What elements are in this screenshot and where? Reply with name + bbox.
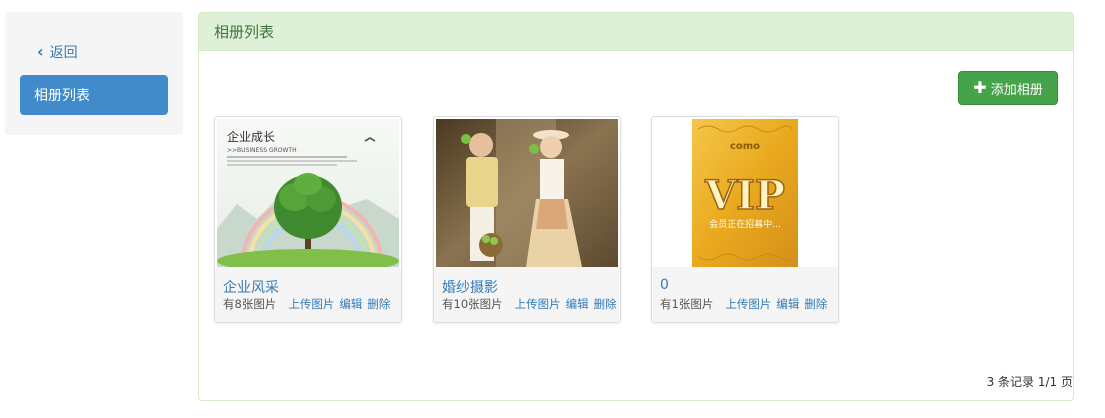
edit-album-link[interactable]: 编辑 — [339, 296, 362, 312]
album-thumbnail-image — [436, 119, 618, 267]
svg-text:VIP: VIP — [704, 172, 785, 219]
album-title[interactable]: 婚纱摄影 — [442, 277, 498, 297]
album-card: como VIP 会员正在招募中... 0 有1张图片 上传图片 编辑 删除 — [651, 116, 839, 323]
sidebar: ‹ 返回 相册列表 — [5, 12, 183, 135]
album-thumbnail-image: 企业成长 >>BUSINESS GROWTH — [217, 119, 399, 267]
svg-text:>>BUSINESS GROWTH: >>BUSINESS GROWTH — [227, 147, 297, 154]
svg-text:会员正在招募中...: 会员正在招募中... — [709, 218, 781, 230]
album-thumbnail-image: como VIP 会员正在招募中... — [654, 119, 836, 267]
album-meta: 有1张图片 上传图片 编辑 删除 — [660, 296, 827, 312]
upload-photos-link[interactable]: 上传图片 — [288, 296, 334, 312]
album-panel: 相册列表 ✚ 添加相册 企业成长 >>BUSINESS GROWTH 企业风采 … — [198, 12, 1074, 401]
album-photo-count: 有8张图片 — [223, 297, 277, 311]
delete-album-link[interactable]: 删除 — [367, 296, 390, 312]
chevron-left-icon: ‹ — [37, 42, 44, 61]
svg-text:企业成长: 企业成长 — [227, 129, 275, 144]
album-title[interactable]: 0 — [660, 277, 669, 293]
delete-album-link[interactable]: 删除 — [804, 296, 827, 312]
album-thumbnail-vip[interactable]: como VIP 会员正在招募中... — [654, 119, 836, 267]
album-card: 婚纱摄影 有10张图片 上传图片 编辑 删除 — [433, 116, 621, 323]
plus-icon: ✚ — [973, 78, 987, 97]
upload-photos-link[interactable]: 上传图片 — [725, 296, 771, 312]
svg-text:como: como — [730, 141, 760, 152]
sidebar-item-label: 相册列表 — [34, 88, 90, 104]
album-info: 0 有1张图片 上传图片 编辑 删除 — [652, 267, 838, 322]
add-album-button[interactable]: ✚ 添加相册 — [958, 71, 1058, 105]
album-title[interactable]: 企业风采 — [223, 277, 279, 297]
add-album-label: 添加相册 — [990, 82, 1043, 98]
album-photo-count: 有10张图片 — [442, 297, 503, 311]
panel-heading: 相册列表 — [199, 13, 1073, 51]
upload-photos-link[interactable]: 上传图片 — [515, 296, 561, 312]
sidebar-item-album-list[interactable]: 相册列表 — [20, 75, 168, 115]
album-photo-count: 有1张图片 — [660, 297, 714, 311]
album-info: 企业风采 有8张图片 上传图片 编辑 删除 — [215, 267, 401, 322]
album-card: 企业成长 >>BUSINESS GROWTH 企业风采 有8张图片 上传图片 编… — [214, 116, 402, 323]
album-meta: 有8张图片 上传图片 编辑 删除 — [223, 296, 390, 312]
edit-album-link[interactable]: 编辑 — [776, 296, 799, 312]
edit-album-link[interactable]: 编辑 — [566, 296, 589, 312]
album-info: 婚纱摄影 有10张图片 上传图片 编辑 删除 — [434, 267, 620, 322]
album-thumbnail-business-growth[interactable]: 企业成长 >>BUSINESS GROWTH — [217, 119, 399, 267]
back-link-label: 返回 — [49, 45, 78, 61]
pagination-info: 3 条记录 1/1 页 — [986, 375, 1073, 389]
album-meta: 有10张图片 上传图片 编辑 删除 — [442, 296, 617, 312]
album-thumbnail-wedding[interactable] — [436, 119, 618, 267]
delete-album-link[interactable]: 删除 — [594, 296, 617, 312]
back-link[interactable]: ‹ 返回 — [37, 42, 78, 62]
panel-title: 相册列表 — [214, 23, 275, 41]
